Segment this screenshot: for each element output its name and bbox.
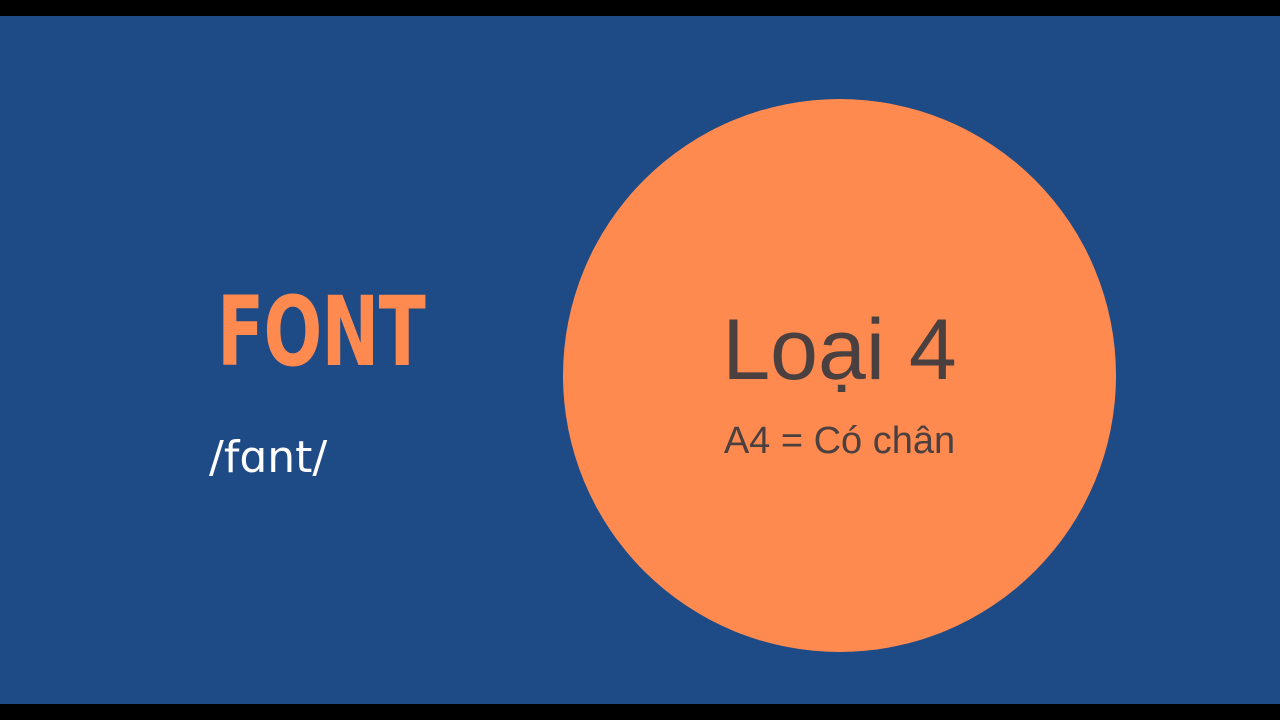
vocabulary-word: FONT xyxy=(217,276,426,388)
phonetic-transcription: /fɑnt/ xyxy=(209,432,328,483)
slide: FONT /fɑnt/ Loại 4 A4 = Có chân xyxy=(0,16,1280,704)
category-circle: Loại 4 A4 = Có chân xyxy=(563,99,1116,652)
category-title: Loại 4 xyxy=(722,302,957,398)
category-subtitle: A4 = Có chân xyxy=(723,420,956,462)
video-frame: FONT /fɑnt/ Loại 4 A4 = Có chân xyxy=(0,0,1280,720)
